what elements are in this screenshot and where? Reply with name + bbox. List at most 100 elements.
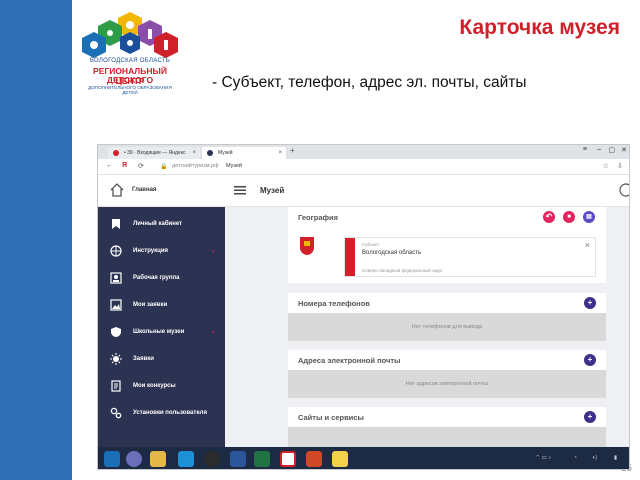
add-email-button[interactable]: +	[584, 354, 596, 366]
close-icon[interactable]: ×	[192, 147, 196, 159]
explorer-icon[interactable]	[150, 451, 166, 467]
logo-subtitle: ДОПОЛНИТЕЛЬНОГО ОБРАЗОВАНИЯ ДЕТЕЙ	[88, 85, 172, 95]
new-tab-icon[interactable]: +	[290, 146, 295, 155]
maximize-icon[interactable]: ▢	[608, 146, 615, 154]
globe-icon	[110, 245, 122, 257]
bookmark-star-icon[interactable]: ☆	[603, 162, 609, 170]
federal-district: Северо-Западный федеральный округ	[362, 268, 443, 273]
tray-icons[interactable]: ⌃ ▭ ♪	[535, 455, 551, 461]
start-icon[interactable]	[104, 451, 120, 467]
sidebar-item-label: Установки пользователя	[133, 410, 207, 416]
subject-value: Вологодская область	[362, 250, 422, 256]
home-link[interactable]: Главная	[132, 187, 156, 193]
media-icon[interactable]	[204, 451, 220, 467]
notes-icon[interactable]	[332, 451, 348, 467]
sites-title: Сайты и сервисы	[298, 413, 364, 422]
main-content: География ↶ ■ ▤ Субъект Вологодская обла…	[225, 207, 629, 447]
address-bar: ← Я ⟳ 🔒 детскийтуризм.рф Музей ☆ ⇩	[98, 159, 629, 175]
browser-tab-museum[interactable]: Музей ×	[202, 147, 286, 159]
add-subject-button[interactable]: ▤	[583, 211, 595, 223]
close-icon[interactable]: ×	[585, 240, 590, 250]
close-icon[interactable]: ×	[278, 147, 282, 159]
hamburger-menu-icon[interactable]	[234, 184, 246, 196]
volume-icon[interactable]: ◖)	[592, 455, 597, 461]
sidebar-item-label: Инструкция	[133, 248, 169, 254]
save-button[interactable]: ■	[563, 211, 575, 223]
presentation-slide: ВОЛОГОДСКАЯ ОБЛАСТЬ РЕГИОНАЛЬНЫЙ ЦЕНТР Д…	[0, 0, 640, 480]
user-card-icon	[110, 272, 122, 284]
page-title: Музей	[260, 186, 285, 195]
sidebar-item-my-contests[interactable]: Мои конкурсы	[98, 373, 225, 400]
sidebar-item-workgroup[interactable]: Рабочая группа	[98, 265, 225, 292]
phones-card: Номера телефонов + Нет телефонов для выв…	[288, 293, 606, 341]
back-arrow-icon[interactable]: ←	[106, 162, 113, 169]
powerpoint-icon[interactable]	[306, 451, 322, 467]
subject-label: Субъект	[362, 242, 380, 247]
sidebar-item-user-settings[interactable]: Установки пользователя	[98, 400, 225, 427]
sites-empty-area	[288, 427, 606, 447]
gears-icon	[110, 407, 122, 419]
sun-gear-icon	[110, 353, 122, 365]
logo-region-text: ВОЛОГОДСКАЯ ОБЛАСТЬ	[89, 58, 171, 64]
address-domain[interactable]: детскийтуризм.рф	[172, 163, 219, 169]
emails-card: Адреса электронной почты + Нет адресов э…	[288, 350, 606, 398]
phones-title: Номера телефонов	[298, 299, 370, 308]
sidebar-item-school-museums[interactable]: Школьные музеи ⌄	[98, 319, 225, 346]
sidebar-item-instruction[interactable]: Инструкция ⌄	[98, 238, 225, 265]
home-icon[interactable]	[110, 183, 124, 197]
undo-button[interactable]: ↶	[543, 211, 555, 223]
chevron-down-icon[interactable]: ⌄	[210, 327, 216, 335]
network-icon[interactable]: ◔	[574, 455, 577, 461]
sites-header: Сайты и сервисы +	[288, 407, 606, 427]
yandex-icon[interactable]	[280, 451, 296, 467]
document-icon	[111, 380, 121, 392]
user-icon[interactable]	[619, 183, 630, 197]
window-close-icon[interactable]: ✕	[621, 146, 627, 154]
browser-tab-bar: • 39 · Входящие — Яндекс × Музей × + ≡ –…	[98, 145, 629, 159]
emails-header: Адреса электронной почты +	[288, 350, 606, 370]
add-site-button[interactable]: +	[584, 411, 596, 423]
search-icon[interactable]	[126, 451, 142, 467]
language-icon[interactable]: ▮	[614, 455, 617, 461]
sidebar-item-my-requests[interactable]: Мои заявки	[98, 292, 225, 319]
sites-card: Сайты и сервисы +	[288, 407, 606, 447]
coat-of-arms-icon	[300, 237, 314, 255]
sidebar-item-label: Мои конкурсы	[133, 383, 176, 389]
sidebar: Личный кабинет Инструкция ⌄ Рабочая груп…	[98, 207, 225, 447]
word-icon[interactable]	[230, 451, 246, 467]
geography-card: География ↶ ■ ▤ Субъект Вологодская обла…	[288, 207, 606, 283]
windows-taskbar: ⌃ ▭ ♪ ◔ ◖) ▮	[98, 447, 629, 469]
sidebar-item-cabinet[interactable]: Личный кабинет	[98, 211, 225, 238]
browser-tab-mail[interactable]: • 39 · Входящие — Яндекс ×	[108, 147, 200, 159]
slide-title: Карточка музея	[459, 16, 620, 39]
sidebar-item-label: Личный кабинет	[133, 221, 183, 227]
download-icon[interactable]: ⇩	[617, 162, 623, 170]
sidebar-item-label: Заявки	[133, 356, 154, 362]
sidebar-item-label: Школьные музеи	[133, 329, 185, 335]
yandex-icon[interactable]: Я	[122, 162, 127, 169]
tab-label: • 39 · Входящие — Яндекс	[124, 150, 186, 156]
phones-header: Номера телефонов +	[288, 293, 606, 313]
excel-icon[interactable]	[254, 451, 270, 467]
minimize-icon[interactable]: –	[597, 146, 601, 153]
chevron-down-icon[interactable]: ⌄	[210, 246, 216, 254]
edge-icon[interactable]	[178, 451, 194, 467]
mail-icon	[113, 150, 119, 156]
sidebar-item-label: Мои заявки	[133, 302, 168, 308]
sidebar-item-applications[interactable]: Заявки	[98, 346, 225, 373]
lock-icon: 🔒	[160, 164, 168, 170]
address-page-title[interactable]: Музей	[226, 163, 242, 169]
emails-empty-message: Нет адресов электронной почты	[288, 370, 606, 398]
geography-title: География	[298, 213, 339, 222]
add-phone-button[interactable]: +	[584, 297, 596, 309]
emails-title: Адреса электронной почты	[298, 356, 401, 365]
phones-empty-message: Нет телефонов для вывода	[288, 313, 606, 341]
left-decorative-band	[0, 0, 72, 480]
tabs-menu-icon[interactable]: ≡	[583, 146, 587, 153]
browser-window: • 39 · Входящие — Яндекс × Музей × + ≡ –…	[97, 144, 630, 470]
logo-title-line2: ДЕТСКОГО	[106, 75, 154, 85]
app-header: Главная Музей	[98, 175, 630, 207]
image-icon	[110, 299, 122, 311]
shield-icon	[111, 327, 121, 337]
reload-icon[interactable]: ⟳	[138, 162, 144, 170]
